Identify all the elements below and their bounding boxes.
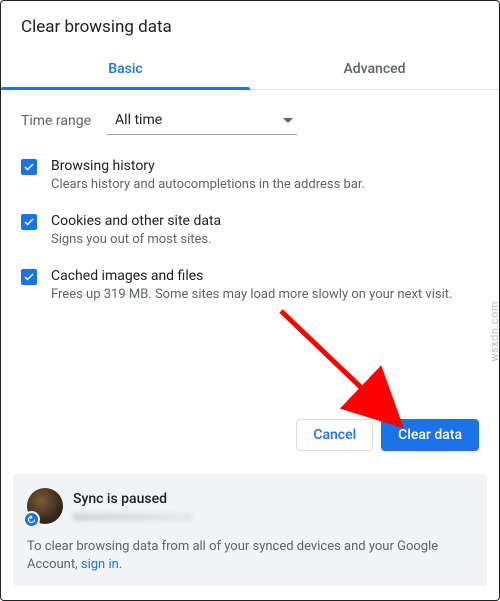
sync-paused-badge-icon: [23, 511, 40, 528]
sign-in-link[interactable]: sign in: [81, 557, 119, 572]
option-browsing-history: Browsing history Clears history and auto…: [21, 157, 479, 194]
sync-email-redacted: [73, 513, 193, 521]
option-desc: Frees up 319 MB. Some sites may load mor…: [51, 287, 452, 304]
clear-data-button[interactable]: Clear data: [381, 419, 479, 451]
check-icon: [23, 216, 35, 228]
checkbox-cookies[interactable]: [21, 214, 37, 230]
option-desc: Signs you out of most sites.: [51, 232, 221, 249]
option-title: Cached images and files: [51, 267, 452, 285]
option-cache: Cached images and files Frees up 319 MB.…: [21, 267, 479, 304]
timerange-row: Time range All time: [21, 106, 479, 135]
timerange-label: Time range: [21, 113, 91, 129]
timerange-value: All time: [115, 112, 162, 128]
option-desc: Clears history and autocompletions in th…: [51, 177, 365, 194]
sync-status: Sync is paused: [73, 491, 193, 507]
cancel-button[interactable]: Cancel: [296, 419, 373, 451]
checkbox-browsing-history[interactable]: [21, 159, 37, 175]
option-title: Browsing history: [51, 157, 365, 175]
tab-basic[interactable]: Basic: [1, 51, 250, 89]
tab-advanced[interactable]: Advanced: [250, 51, 499, 89]
check-icon: [23, 271, 35, 283]
sync-hint: To clear browsing data from all of your …: [27, 538, 473, 574]
watermark: wsxdn.com: [489, 301, 500, 362]
sync-header: Sync is paused: [27, 488, 473, 524]
option-cookies: Cookies and other site data Signs you ou…: [21, 212, 479, 249]
checkbox-cache[interactable]: [21, 269, 37, 285]
sync-box: Sync is paused To clear browsing data fr…: [13, 474, 487, 586]
option-title: Cookies and other site data: [51, 212, 221, 230]
dialog-title: Clear browsing data: [1, 1, 499, 51]
check-icon: [23, 161, 35, 173]
dialog-actions: Cancel Clear data: [296, 419, 479, 451]
sync-hint-suffix: .: [119, 557, 122, 572]
tabs: Basic Advanced: [1, 51, 499, 90]
timerange-select[interactable]: All time: [107, 106, 297, 135]
avatar: [27, 488, 63, 524]
chevron-down-icon: [283, 112, 293, 128]
tab-content-basic: Time range All time Browsing history Cle…: [1, 90, 499, 304]
